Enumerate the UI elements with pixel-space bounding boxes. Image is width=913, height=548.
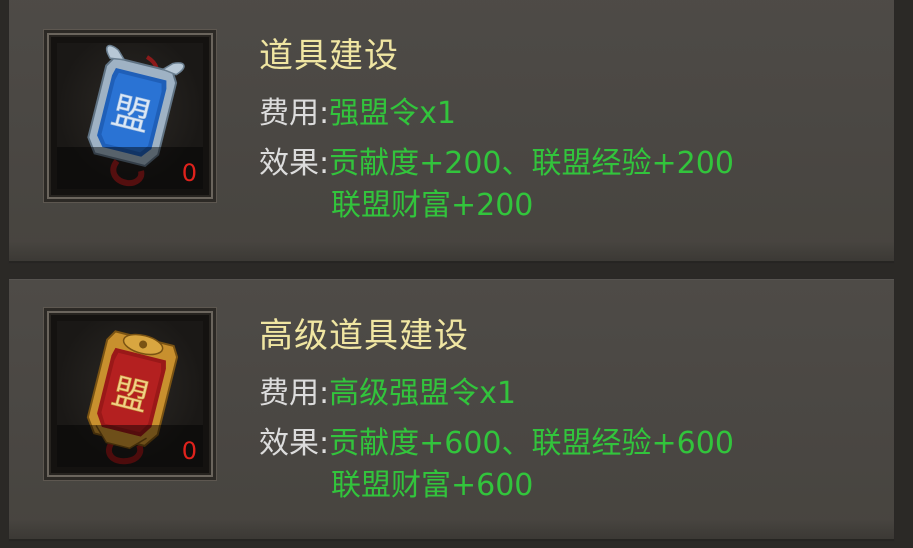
build-option-card-basic[interactable]: 盟 0 道具建设 费用:强盟令x1 效果:贡献度+200、联盟经验+200 联盟… (8, 0, 895, 264)
cost-value: 强盟令x1 (329, 96, 456, 131)
cost-value: 高级强盟令x1 (329, 376, 516, 411)
card-bottom-shade (9, 519, 894, 541)
option-title: 高级道具建设 (259, 316, 469, 356)
card-bottom-shade (9, 241, 894, 263)
build-option-card-advanced[interactable]: 盟 0 高级道具建设 费用:高级强盟令x1 效果:贡献度+600、联盟经验+60… (8, 278, 895, 542)
effect-value-line2: 联盟财富+200 (331, 188, 534, 223)
effect-value-line1: 贡献度+200、联盟经验+200 (329, 146, 734, 181)
effect-row: 效果:贡献度+200、联盟经验+200 (259, 149, 734, 179)
item-slot-inner: 盟 0 (57, 321, 203, 467)
cost-row: 费用:强盟令x1 (259, 99, 456, 129)
effect-row: 效果:贡献度+600、联盟经验+600 (259, 429, 734, 459)
item-slot-advanced[interactable]: 盟 0 (47, 311, 213, 477)
alliance-build-panel: 盟 0 道具建设 费用:强盟令x1 效果:贡献度+200、联盟经验+200 联盟… (0, 0, 913, 548)
item-slot-inner: 盟 0 (57, 43, 203, 189)
option-title: 道具建设 (259, 36, 399, 76)
item-count: 0 (181, 437, 197, 465)
effect-value-line1: 贡献度+600、联盟经验+600 (329, 426, 734, 461)
item-count: 0 (181, 159, 197, 187)
item-slot-basic[interactable]: 盟 0 (47, 33, 213, 199)
cost-label: 费用: (259, 96, 330, 131)
cost-label: 费用: (259, 376, 330, 411)
cost-row: 费用:高级强盟令x1 (259, 379, 516, 409)
effect-label: 效果: (259, 146, 330, 181)
effect-label: 效果: (259, 426, 330, 461)
effect-value-line2: 联盟财富+600 (331, 468, 534, 503)
